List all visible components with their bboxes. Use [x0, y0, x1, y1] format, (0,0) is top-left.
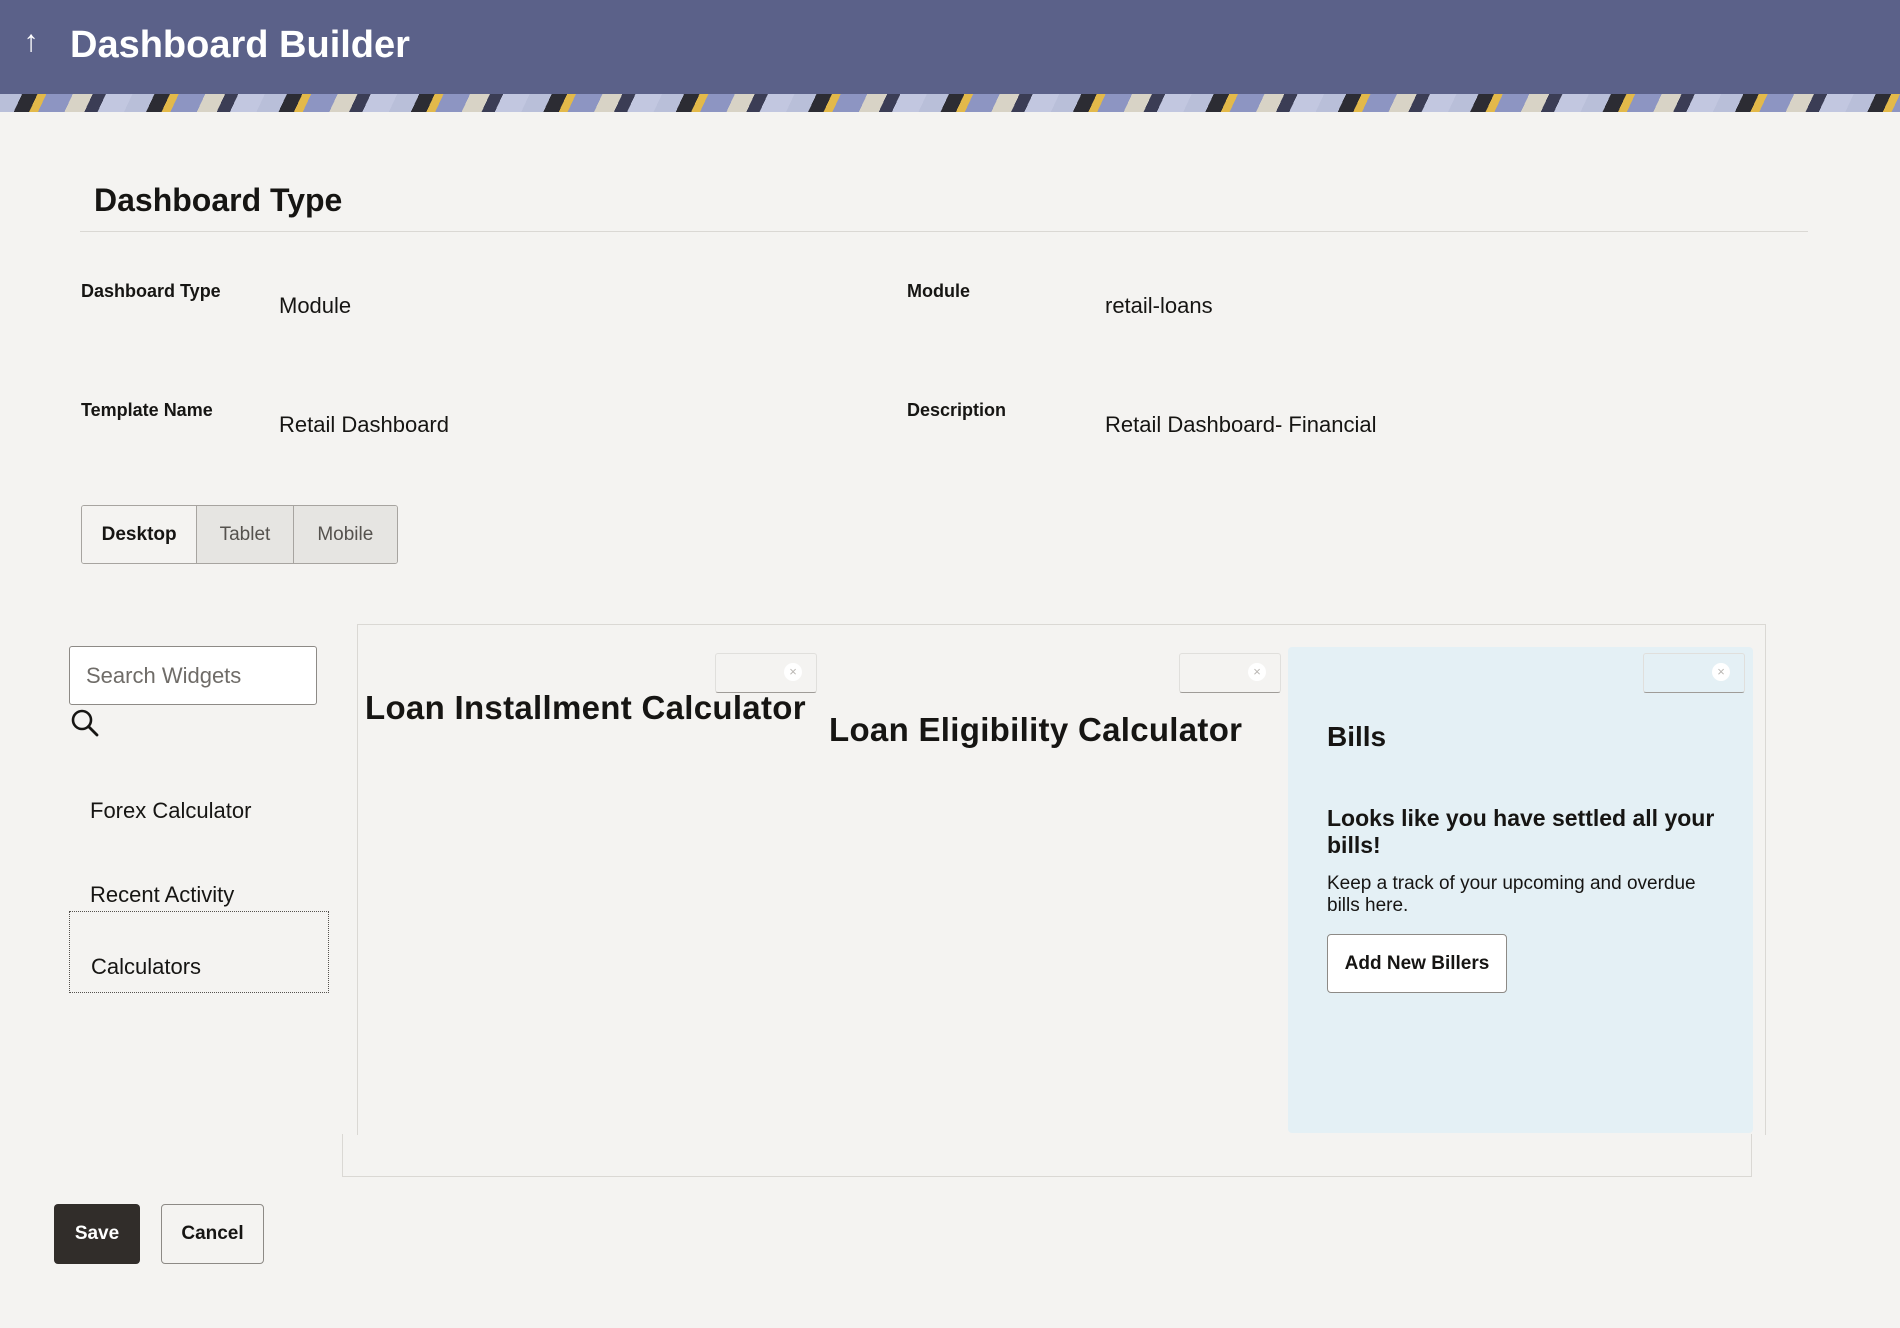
widget-remove-control[interactable]: ×	[1179, 653, 1281, 693]
search-widgets-field	[69, 646, 317, 705]
widget-item-label: Calculators	[91, 954, 202, 979]
description-value: Retail Dashboard- Financial	[1105, 412, 1377, 437]
header-decorative-banner	[0, 94, 1900, 112]
add-new-billers-button[interactable]: Add New Billers	[1327, 934, 1507, 993]
search-widgets-input[interactable]	[70, 647, 316, 704]
dashboard-canvas-footer	[342, 1134, 1752, 1177]
close-icon[interactable]: ×	[1712, 663, 1730, 681]
widget-item-label: Recent Activity	[90, 882, 235, 907]
section-title: Dashboard Type	[94, 182, 343, 218]
bills-empty-message: Looks like you have settled all your bil…	[1327, 805, 1715, 858]
save-button[interactable]: Save	[54, 1204, 140, 1264]
tab-desktop[interactable]: Desktop	[82, 506, 198, 563]
widget-item-recent-activity[interactable]: Recent Activity	[69, 840, 329, 920]
widget-remove-control[interactable]: ×	[1643, 653, 1745, 693]
close-icon[interactable]: ×	[1248, 663, 1266, 681]
widget-item-forex-calculator[interactable]: Forex Calculator	[69, 756, 329, 836]
search-icon[interactable]	[70, 708, 100, 738]
tab-mobile[interactable]: Mobile	[293, 506, 397, 563]
module-label: Module	[907, 281, 970, 301]
template-name-value: Retail Dashboard	[279, 412, 449, 437]
widget-title-loan-installment-calculator: Loan Installment Calculator	[365, 689, 806, 726]
widget-item-calculators[interactable]: Calculators	[69, 911, 329, 993]
widget-title-loan-eligibility-calculator: Loan Eligibility Calculator	[829, 711, 1243, 748]
device-tabs: Desktop Tablet Mobile	[81, 505, 398, 564]
dashboard-type-value: Module	[279, 293, 352, 318]
close-icon[interactable]: ×	[784, 663, 802, 681]
section-divider	[80, 231, 1808, 232]
app-header: ↑ Dashboard Builder	[0, 0, 1900, 112]
page-title: Dashboard Builder	[70, 24, 410, 66]
bills-empty-subtext: Keep a track of your upcoming and overdu…	[1327, 873, 1696, 916]
tab-tablet[interactable]: Tablet	[197, 506, 294, 563]
dashboard-type-label: Dashboard Type	[81, 281, 221, 301]
description-label: Description	[907, 400, 1007, 420]
arrow-up-icon[interactable]: ↑	[18, 24, 44, 60]
template-name-label: Template Name	[81, 400, 213, 420]
cancel-button[interactable]: Cancel	[161, 1204, 264, 1264]
module-value: retail-loans	[1105, 293, 1213, 318]
bills-widget: Bills Looks like you have settled all yo…	[1288, 647, 1753, 1133]
widget-item-label: Forex Calculator	[90, 798, 252, 823]
bills-title: Bills	[1327, 721, 1387, 752]
